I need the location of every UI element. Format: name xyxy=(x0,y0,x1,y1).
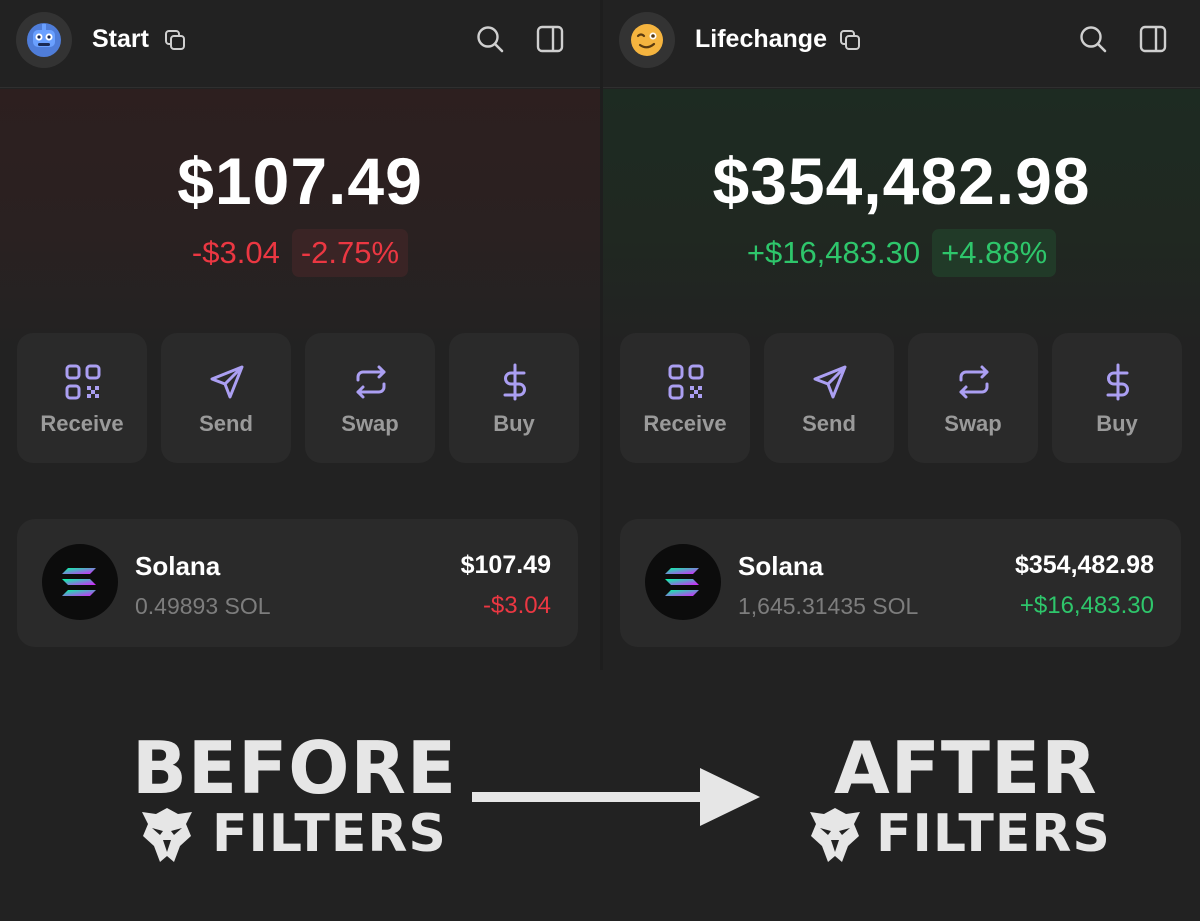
receive-label: Receive xyxy=(643,411,727,436)
token-amount: 1,645.31435 SOL xyxy=(738,593,919,619)
winking-face-icon xyxy=(631,24,663,56)
receive-button[interactable]: Receive xyxy=(620,333,750,463)
copy-icon[interactable] xyxy=(163,28,187,52)
total-balance: $354,482.98 xyxy=(712,144,1091,218)
swap-label: Swap xyxy=(944,411,1002,436)
balance-change-amount: +$16,483.30 xyxy=(746,235,921,270)
arrow-right-icon xyxy=(472,768,760,826)
account-name[interactable]: Lifechange xyxy=(695,25,827,54)
token-value: $107.49 xyxy=(460,551,551,579)
token-value: $354,482.98 xyxy=(1014,551,1154,579)
send-icon xyxy=(813,365,847,399)
wallet-panel-after: Lifechange $354,482.98 +$16,483.30 +4.88… xyxy=(603,0,1200,670)
swap-label: Swap xyxy=(341,411,399,436)
wallet-header: Lifechange xyxy=(603,0,1200,88)
buy-button[interactable]: Buy xyxy=(1052,333,1182,463)
dollar-icon xyxy=(1106,363,1129,401)
buy-button[interactable]: Buy xyxy=(449,333,579,463)
balance-change-amount: -$3.04 xyxy=(191,235,280,270)
after-heading: AFTER xyxy=(834,726,1098,810)
token-change: -$3.04 xyxy=(482,592,551,619)
balance-change-row: -$3.04 -2.75% xyxy=(0,229,600,277)
balance-change-percent: +4.88% xyxy=(932,229,1057,277)
wallet-header: Start xyxy=(0,0,600,88)
token-name: Solana xyxy=(738,551,824,581)
receive-button[interactable]: Receive xyxy=(17,333,147,463)
token-row-solana[interactable]: Solana 1,645.31435 SOL $354,482.98 +$16,… xyxy=(620,519,1181,647)
send-button[interactable]: Send xyxy=(764,333,894,463)
token-amount: 0.49893 SOL xyxy=(135,593,271,619)
swap-icon xyxy=(356,365,386,399)
balance-change-row: +$16,483.30 +4.88% xyxy=(603,229,1200,277)
search-icon[interactable] xyxy=(475,24,505,54)
buy-label: Buy xyxy=(1096,411,1138,436)
swap-button[interactable]: Swap xyxy=(908,333,1038,463)
balance-hero: $107.49 -$3.04 -2.75% xyxy=(0,89,600,349)
buy-label: Buy xyxy=(493,411,535,436)
filters-text: FILTERS xyxy=(212,804,447,864)
action-buttons: Receive Send Swap Buy xyxy=(17,333,579,463)
balance-change-percent: -2.75% xyxy=(291,229,409,277)
filters-text: FILTERS xyxy=(876,804,1111,864)
send-label: Send xyxy=(199,411,253,436)
solana-logo-icon xyxy=(42,544,118,620)
total-balance: $107.49 xyxy=(177,144,423,218)
robot-avatar-icon xyxy=(27,23,61,57)
token-name: Solana xyxy=(135,551,221,581)
wallet-panel-before: Start $107.49 -$3.04 -2.75% Receive Send… xyxy=(0,0,600,670)
action-buttons: Receive Send Swap Buy xyxy=(620,333,1182,463)
sidebar-toggle-icon[interactable] xyxy=(1138,24,1168,54)
token-change: +$16,483.30 xyxy=(1019,592,1154,619)
solana-logo-icon xyxy=(645,544,721,620)
send-button[interactable]: Send xyxy=(161,333,291,463)
eagle-logo-icon xyxy=(142,808,192,862)
account-avatar[interactable] xyxy=(16,12,72,68)
before-heading: BEFORE xyxy=(132,726,458,810)
before-after-banner: BEFORE FILTERS AFTER FILTERS xyxy=(0,670,1200,921)
qr-code-icon xyxy=(668,364,704,400)
swap-icon xyxy=(959,365,989,399)
search-icon[interactable] xyxy=(1078,24,1108,54)
dollar-icon xyxy=(503,363,526,401)
send-icon xyxy=(210,365,244,399)
receive-label: Receive xyxy=(40,411,124,436)
swap-button[interactable]: Swap xyxy=(305,333,435,463)
account-name[interactable]: Start xyxy=(92,25,149,54)
eagle-logo-icon xyxy=(810,808,860,862)
send-label: Send xyxy=(802,411,856,436)
copy-icon[interactable] xyxy=(838,28,862,52)
sidebar-toggle-icon[interactable] xyxy=(535,24,565,54)
balance-hero: $354,482.98 +$16,483.30 +4.88% xyxy=(603,89,1200,349)
token-row-solana[interactable]: Solana 0.49893 SOL $107.49 -$3.04 xyxy=(17,519,578,647)
qr-code-icon xyxy=(65,364,101,400)
account-avatar[interactable] xyxy=(619,12,675,68)
